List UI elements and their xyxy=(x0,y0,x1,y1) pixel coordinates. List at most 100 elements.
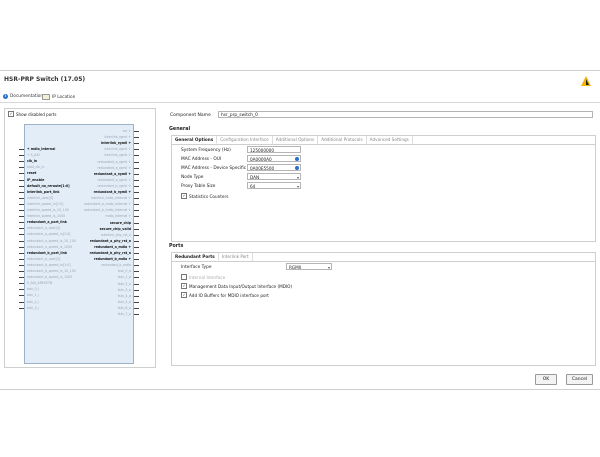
left-port-stub xyxy=(19,155,24,156)
right-port-stub xyxy=(134,259,139,260)
tab-additional-protocols[interactable]: Additional Protocols xyxy=(318,136,367,144)
tab-divider xyxy=(172,144,595,145)
tab-configuration-interface[interactable]: Configuration Interface xyxy=(217,136,273,144)
right-port-stub xyxy=(134,240,139,242)
right-port-stub xyxy=(134,179,139,181)
right-port-label: secure_chip_valid xyxy=(99,226,131,231)
internal-interface-row: Internal Interface xyxy=(181,274,225,280)
proxy-table-size-select[interactable]: 64 xyxy=(247,182,301,190)
right-port-label: tstv_2_o xyxy=(117,281,131,286)
io-buffers-row[interactable]: ✓ Add IO Buffers for MDIO interface port xyxy=(181,292,269,298)
cancel-button[interactable]: Cancel xyxy=(566,374,593,385)
component-name-label: Component Name xyxy=(170,113,211,118)
right-port-stub xyxy=(134,173,139,175)
left-port-stub xyxy=(19,258,24,260)
mac-device-input[interactable]: 0A00E5500 xyxy=(247,164,301,171)
left-port-label: IP_enable xyxy=(27,177,45,182)
right-port-stub xyxy=(134,253,139,254)
tab-general-options[interactable]: General Options xyxy=(172,136,218,144)
mac-oui-label: MAC Address - OUI xyxy=(181,157,222,162)
right-port-label: redundant_a_mdio_internal + xyxy=(83,202,131,207)
right-port-label: tstv_0_o xyxy=(117,269,131,274)
right-port-label: redundant_a_mdio + xyxy=(94,244,131,249)
right-port-stub xyxy=(134,185,139,187)
node-type-select[interactable]: DAN xyxy=(247,173,301,181)
right-port-label: tstv_7_o xyxy=(117,312,131,316)
ports-section-header: Ports xyxy=(169,244,184,249)
statistics-counters-row[interactable]: ✓ Statistics Counters xyxy=(181,193,228,199)
right-port-stub xyxy=(134,155,139,156)
right-port-stub xyxy=(134,289,139,291)
left-port-label: clk_in xyxy=(27,159,38,164)
left-port-label: tstv_0_i xyxy=(27,287,40,292)
documentation-menu[interactable]: i Documentation xyxy=(3,94,43,99)
right-port-label: secure_chip xyxy=(109,220,131,225)
mdio-checkbox[interactable]: ✓ xyxy=(181,283,187,289)
left-port-label: redundant_b_speed_is_10_100 xyxy=(27,269,76,273)
left-port-stub xyxy=(19,161,24,162)
right-port-stub xyxy=(134,277,139,278)
right-port-stub xyxy=(134,210,139,211)
system-frequency-input[interactable]: 125000000 xyxy=(247,146,301,153)
left-port-label: redundant_a_speed_is_1000 xyxy=(27,244,73,249)
info-icon: i xyxy=(3,94,8,99)
component-name-input[interactable]: hsr_prp_switch_0 xyxy=(218,111,593,118)
tab-redundant-ports[interactable]: Redundant Ports xyxy=(172,253,219,261)
tab-interlink-port[interactable]: Interlink Port xyxy=(219,253,253,261)
left-port-stub xyxy=(19,191,24,193)
right-port-stub xyxy=(134,143,139,144)
left-port-label: redundant_b_port_link xyxy=(27,250,67,255)
right-port-stub xyxy=(134,131,139,132)
ip-location-button[interactable]: IP Location xyxy=(42,94,75,100)
ok-button[interactable]: OK xyxy=(535,374,557,385)
left-port-stub xyxy=(19,185,24,187)
show-disabled-checkbox[interactable]: ✓ xyxy=(8,111,14,117)
show-disabled-ports-toggle[interactable]: ✓ Show disabled ports xyxy=(8,111,56,117)
mac-oui-input[interactable]: 0A0000A0 xyxy=(247,155,301,162)
right-port-stub xyxy=(134,307,139,309)
right-port-stub xyxy=(134,228,139,230)
right-port-label: redundant_a_phy_rst_n xyxy=(89,238,131,243)
mdio-row[interactable]: ✓ Management Data Input/Output Interface… xyxy=(181,283,292,289)
mac-device-label: MAC Address - Device Specific xyxy=(181,166,247,171)
statistics-counters-checkbox[interactable]: ✓ xyxy=(181,193,187,199)
left-port-stub xyxy=(19,240,24,242)
left-port-stub xyxy=(19,307,24,309)
right-port-label: redundant_b_phy_rst_n xyxy=(89,251,131,255)
right-port-label: interlink_rgmii + xyxy=(104,153,132,158)
left-port-stub xyxy=(19,264,24,266)
right-port-stub xyxy=(134,234,139,236)
left-port-label: reset xyxy=(27,171,37,176)
general-tab-bar: General Options Configuration Interface … xyxy=(172,136,413,144)
info-icon[interactable] xyxy=(295,157,299,161)
toolbar: i Documentation IP Location xyxy=(0,92,600,103)
left-port-stub xyxy=(19,197,24,199)
ports-tab-bar: Redundant Ports Interlink Port xyxy=(172,253,253,261)
right-port-label: interlink_mdio_internal + xyxy=(90,196,131,201)
tab-divider xyxy=(172,261,595,262)
info-icon[interactable] xyxy=(295,166,299,170)
general-options-panel: General Options Configuration Interface … xyxy=(171,135,596,242)
right-port-stub xyxy=(134,295,139,297)
proxy-table-size-label: Proxy Table Size xyxy=(181,184,216,189)
left-port-stub xyxy=(19,295,24,296)
right-port-label: redundant_b_rgmii + xyxy=(97,183,131,188)
left-port-stub xyxy=(19,271,24,272)
left-port-stub xyxy=(19,222,24,223)
system-frequency-label: System Frequency (Hz) xyxy=(181,148,231,153)
right-port-label: redundant_b_mdio xyxy=(101,263,131,268)
io-buffers-checkbox[interactable]: ✓ xyxy=(181,292,187,298)
tab-additional-options[interactable]: Additional Options xyxy=(273,136,319,144)
interface-type-select[interactable]: RGMII xyxy=(286,263,332,271)
right-port-label: redundant_a_rgmii + xyxy=(97,165,132,170)
left-port-stub xyxy=(19,301,24,303)
left-port-label: host_clk_in xyxy=(27,165,45,170)
left-port-label: redundant_b_user[0] xyxy=(27,256,61,261)
left-port-stub xyxy=(19,228,24,229)
tab-advanced-settings[interactable]: Advanced Settings xyxy=(367,136,413,144)
right-port-stub xyxy=(134,198,139,199)
right-port-stub xyxy=(134,204,139,205)
left-port-label: redundant_a_speed_in[1:0] xyxy=(27,232,71,237)
configuration-pane: Component Name hsr_prp_switch_0 General … xyxy=(165,108,596,368)
left-port-label: interlink_speed_in[1:0] xyxy=(27,201,64,206)
